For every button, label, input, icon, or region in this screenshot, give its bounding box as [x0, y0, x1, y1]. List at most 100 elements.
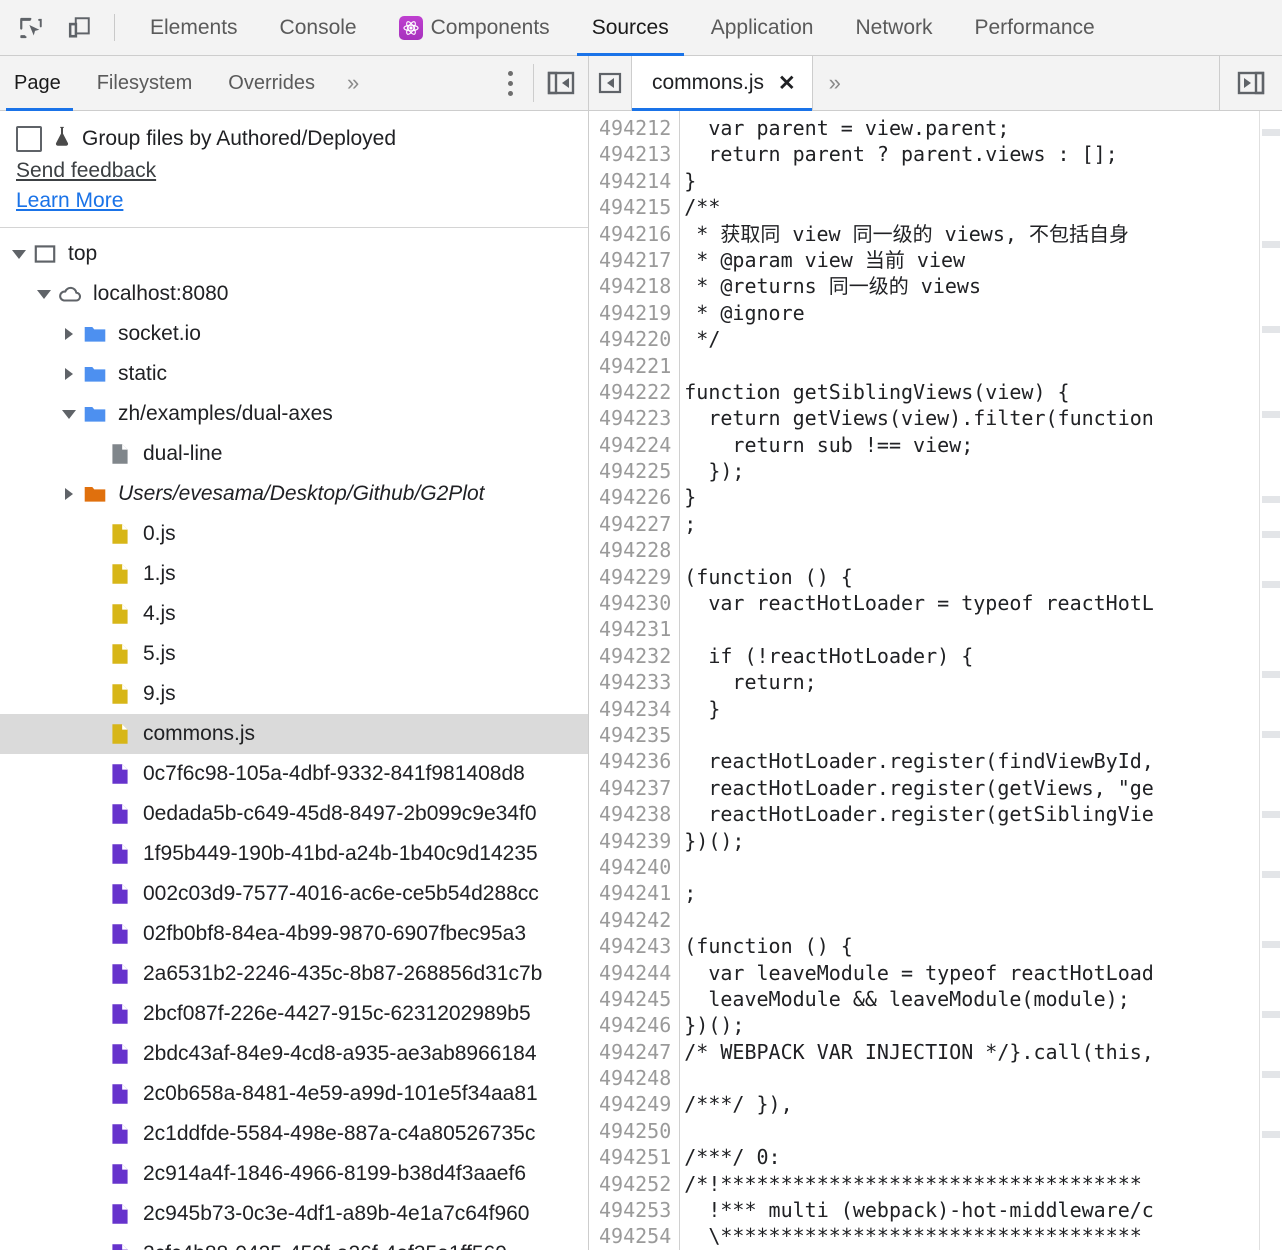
- line-number[interactable]: 494236: [599, 748, 671, 774]
- scroll-tabs-left-button[interactable]: [589, 56, 632, 110]
- nav-tab-page[interactable]: Page: [0, 56, 79, 110]
- code-line[interactable]: * @ignore: [684, 300, 1259, 326]
- line-number[interactable]: 494239: [599, 828, 671, 854]
- code-line[interactable]: function getSiblingViews(view) {: [684, 379, 1259, 405]
- code-line[interactable]: return getViews(view).filter(function: [684, 405, 1259, 431]
- nav-more-tabs-button[interactable]: »: [333, 56, 373, 110]
- group-files-checkbox[interactable]: [16, 126, 42, 152]
- code-line[interactable]: [684, 1118, 1259, 1144]
- tree-row[interactable]: 9.js: [0, 674, 588, 714]
- line-number[interactable]: 494237: [599, 775, 671, 801]
- code-line[interactable]: [684, 854, 1259, 880]
- chevron-down-icon[interactable]: [58, 410, 80, 419]
- editor-scroll-decorations[interactable]: [1259, 111, 1282, 1250]
- code-line[interactable]: /**: [684, 194, 1259, 220]
- line-number[interactable]: 494232: [599, 643, 671, 669]
- line-number[interactable]: 494241: [599, 880, 671, 906]
- code-line[interactable]: [684, 537, 1259, 563]
- line-number[interactable]: 494214: [599, 168, 671, 194]
- code-line[interactable]: * @returns 同一级的 views: [684, 273, 1259, 299]
- code-line[interactable]: return parent ? parent.views : [];: [684, 141, 1259, 167]
- inspect-element-button[interactable]: [14, 11, 48, 45]
- code-line[interactable]: var leaveModule = typeof reactHotLoad: [684, 960, 1259, 986]
- send-feedback-link[interactable]: Send feedback: [16, 159, 156, 183]
- chevron-right-icon[interactable]: [58, 328, 80, 340]
- code-line[interactable]: if (!reactHotLoader) {: [684, 643, 1259, 669]
- line-number[interactable]: 494218: [599, 273, 671, 299]
- learn-more-link[interactable]: Learn More: [16, 189, 123, 213]
- line-number[interactable]: 494228: [599, 537, 671, 563]
- line-number[interactable]: 494224: [599, 432, 671, 458]
- tree-row[interactable]: 2bdc43af-84e9-4cd8-a935-ae3ab8966184: [0, 1034, 588, 1074]
- line-number[interactable]: 494246: [599, 1012, 671, 1038]
- tree-row[interactable]: zh/examples/dual-axes: [0, 394, 588, 434]
- tree-row[interactable]: 2c945b73-0c3e-4df1-a89b-4e1a7c64f960: [0, 1194, 588, 1234]
- code-line[interactable]: /***/ 0:: [684, 1144, 1259, 1170]
- line-number[interactable]: 494254: [599, 1223, 671, 1249]
- code-line[interactable]: */: [684, 326, 1259, 352]
- tree-row[interactable]: 02fb0bf8-84ea-4b99-9870-6907fbec95a3: [0, 914, 588, 954]
- line-number[interactable]: 494213: [599, 141, 671, 167]
- code-line[interactable]: ;: [684, 880, 1259, 906]
- code-line[interactable]: [684, 353, 1259, 379]
- tab-application[interactable]: Application: [690, 0, 835, 55]
- tree-row[interactable]: 4.js: [0, 594, 588, 634]
- code-line[interactable]: var parent = view.parent;: [684, 115, 1259, 141]
- more-options-button[interactable]: [487, 56, 533, 110]
- code-line[interactable]: \***********************************: [684, 1223, 1259, 1249]
- code-line[interactable]: })();: [684, 1012, 1259, 1038]
- code-line[interactable]: });: [684, 458, 1259, 484]
- nav-tab-filesystem[interactable]: Filesystem: [79, 56, 211, 110]
- line-number[interactable]: 494249: [599, 1091, 671, 1117]
- tree-row[interactable]: 0edada5b-c649-45d8-8497-2b099c9e34f0: [0, 794, 588, 834]
- file-tree[interactable]: toplocalhost:8080socket.iostaticzh/examp…: [0, 228, 588, 1250]
- code-line[interactable]: (function () {: [684, 564, 1259, 590]
- editor-more-tabs-button[interactable]: »: [813, 56, 857, 110]
- line-number[interactable]: 494242: [599, 907, 671, 933]
- line-number[interactable]: 494227: [599, 511, 671, 537]
- code-line[interactable]: }: [684, 484, 1259, 510]
- code-line[interactable]: [684, 722, 1259, 748]
- line-number[interactable]: 494234: [599, 696, 671, 722]
- line-number[interactable]: 494245: [599, 986, 671, 1012]
- line-number[interactable]: 494221: [599, 353, 671, 379]
- code-line[interactable]: })();: [684, 828, 1259, 854]
- code-line[interactable]: /*!***********************************: [684, 1171, 1259, 1197]
- tab-sources[interactable]: Sources: [571, 0, 690, 55]
- editor-tab-commons-js[interactable]: commons.js ✕: [632, 56, 813, 110]
- code-content[interactable]: var parent = view.parent; return parent …: [680, 111, 1259, 1250]
- line-number[interactable]: 494212: [599, 115, 671, 141]
- code-line[interactable]: }: [684, 696, 1259, 722]
- code-line[interactable]: }: [684, 168, 1259, 194]
- line-number[interactable]: 494252: [599, 1171, 671, 1197]
- line-number[interactable]: 494233: [599, 669, 671, 695]
- close-icon[interactable]: ✕: [778, 73, 796, 94]
- code-line[interactable]: (function () {: [684, 933, 1259, 959]
- code-line[interactable]: reactHotLoader.register(getViews, "ge: [684, 775, 1259, 801]
- line-number[interactable]: 494240: [599, 854, 671, 880]
- tree-row[interactable]: 2cfc4b88-0425-450f-a26f-4ef35a1ff569: [0, 1234, 588, 1250]
- code-editor[interactable]: 4942124942134942144942154942164942174942…: [589, 111, 1282, 1250]
- line-number[interactable]: 494217: [599, 247, 671, 273]
- code-line[interactable]: return;: [684, 669, 1259, 695]
- chevron-down-icon[interactable]: [8, 250, 30, 259]
- tree-row[interactable]: 2c914a4f-1846-4966-8199-b38d4f3aaef6: [0, 1154, 588, 1194]
- line-number[interactable]: 494253: [599, 1197, 671, 1223]
- show-debugger-sidebar-button[interactable]: [1219, 56, 1282, 110]
- code-line[interactable]: [684, 1065, 1259, 1091]
- code-line[interactable]: [684, 907, 1259, 933]
- tree-row[interactable]: dual-line: [0, 434, 588, 474]
- line-number[interactable]: 494216: [599, 221, 671, 247]
- tree-row[interactable]: 2c1ddfde-5584-498e-887a-c4a80526735c: [0, 1114, 588, 1154]
- tree-row[interactable]: 2a6531b2-2246-435c-8b87-268856d31c7b: [0, 954, 588, 994]
- line-number[interactable]: 494247: [599, 1039, 671, 1065]
- tree-row[interactable]: 1f95b449-190b-41bd-a24b-1b40c9d14235: [0, 834, 588, 874]
- tab-elements[interactable]: Elements: [129, 0, 259, 55]
- line-number[interactable]: 494248: [599, 1065, 671, 1091]
- tree-row[interactable]: localhost:8080: [0, 274, 588, 314]
- code-line[interactable]: return sub !== view;: [684, 432, 1259, 458]
- tree-row[interactable]: socket.io: [0, 314, 588, 354]
- line-number[interactable]: 494243: [599, 933, 671, 959]
- collapse-navigator-button[interactable]: [534, 56, 588, 110]
- line-number[interactable]: 494250: [599, 1118, 671, 1144]
